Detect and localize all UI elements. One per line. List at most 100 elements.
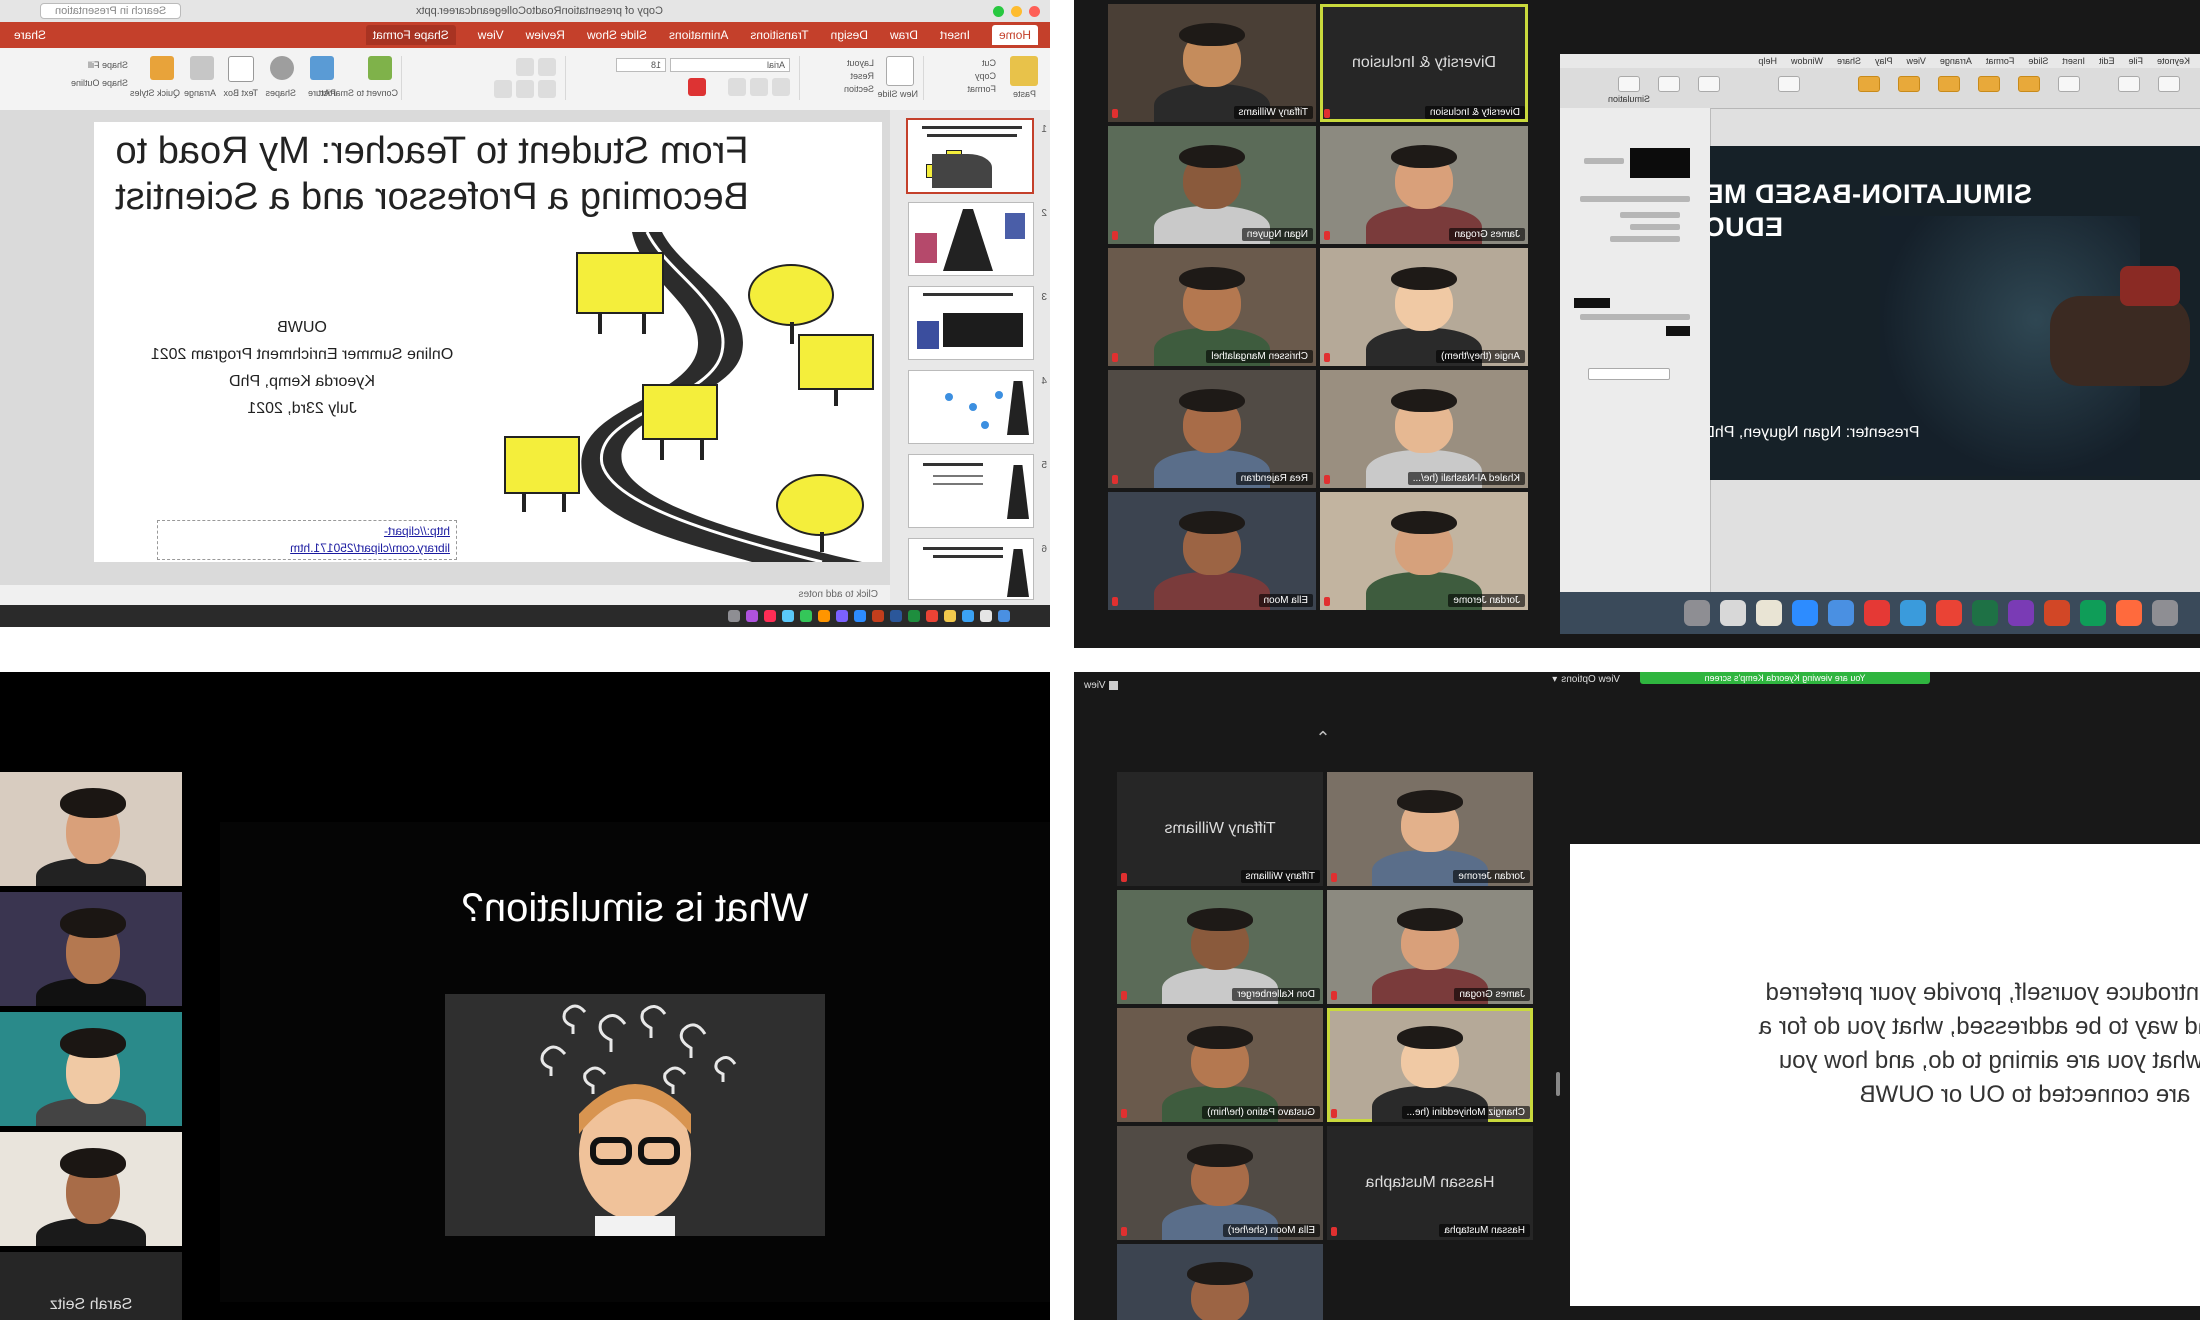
slide-title[interactable]: From Student to Teacher: My Road to Beco… <box>112 128 752 220</box>
zoom-icon[interactable] <box>854 610 866 622</box>
participant-tile[interactable]: Jordan Jerome <box>1320 492 1528 610</box>
participant-tile[interactable]: Tiffany Williams Tiffany Williams <box>1117 772 1323 886</box>
tab-review[interactable]: Review <box>526 28 565 42</box>
picture-icon[interactable] <box>310 56 334 80</box>
slide-thumbnail[interactable] <box>908 202 1034 276</box>
align-left-icon[interactable] <box>538 80 556 98</box>
excel-icon[interactable] <box>1972 600 1998 626</box>
slide-thumbnail[interactable] <box>908 370 1034 444</box>
keynote-icon[interactable] <box>1828 600 1854 626</box>
arrange-icon[interactable] <box>190 56 214 80</box>
chevron-up-icon[interactable]: ⌃ <box>1313 728 1333 748</box>
menu-item[interactable]: Window <box>1791 56 1823 66</box>
shared-slide[interactable]: Please introduce yourself, provide your … <box>1570 844 2200 1306</box>
keynote-slide[interactable]: SIMULATION-BASED MEDICAL EDUCATION Prese… <box>1710 146 2200 480</box>
copy-label[interactable]: Copy <box>975 71 996 81</box>
slide-thumbnail-pane[interactable]: 1 2 3 4 5 6 <box>889 110 1050 605</box>
menu-item[interactable]: File <box>2128 56 2143 66</box>
app-icon[interactable] <box>2152 600 2178 626</box>
tab-home[interactable]: Home <box>991 25 1038 45</box>
participant-tile[interactable]: Gustavo Patino (he/him) <box>1117 1008 1323 1122</box>
app-icon[interactable] <box>1756 600 1782 626</box>
menu-item[interactable]: Format <box>1986 56 2015 66</box>
tab-slide-show[interactable]: Slide Show <box>587 28 647 42</box>
view-icon[interactable] <box>2158 76 2180 92</box>
menu-item[interactable]: Share <box>1837 56 1861 66</box>
underline-icon[interactable] <box>728 78 746 96</box>
menu-item[interactable]: Slide <box>2028 56 2048 66</box>
participant-tile[interactable]: Ella Moon <box>1108 492 1316 610</box>
tab-insert[interactable]: Insert <box>940 28 970 42</box>
color-swatch[interactable] <box>1574 298 1610 308</box>
participant-tile[interactable]: Tiffany Williams <box>1108 4 1316 122</box>
cut-label[interactable]: Cut <box>982 58 996 68</box>
participant-tile[interactable]: Diversity & Inclusion Diversity & Inclusi… <box>1320 4 1528 122</box>
shared-slide[interactable]: What is simulation? <box>220 822 1050 1302</box>
tab-shape-format[interactable]: Shape Format <box>365 25 456 45</box>
app-icon[interactable] <box>836 610 848 622</box>
maximize-icon[interactable] <box>993 5 1004 17</box>
menu-item[interactable]: Arrange <box>1940 56 1972 66</box>
view-menu[interactable]: View <box>1084 678 1119 692</box>
slide-1[interactable]: From Student to Teacher: My Road to Beco… <box>94 122 882 562</box>
text-icon[interactable] <box>1938 76 1960 92</box>
chrome-icon[interactable] <box>1936 600 1962 626</box>
participant-tile[interactable] <box>0 1132 182 1246</box>
tab-view[interactable]: View <box>478 28 504 42</box>
align-center-icon[interactable] <box>516 80 534 98</box>
participant-tile[interactable]: Angie (they/them) <box>1320 248 1528 366</box>
word-icon[interactable] <box>890 610 902 622</box>
window-controls[interactable] <box>993 5 1040 17</box>
participant-tile[interactable]: James Grogan <box>1320 126 1528 244</box>
bold-icon[interactable] <box>772 78 790 96</box>
numbering-icon[interactable] <box>516 58 534 76</box>
powerpoint-icon[interactable] <box>2044 600 2070 626</box>
share-button[interactable]: Share <box>14 28 46 42</box>
view-label[interactable]: View <box>1084 680 1106 691</box>
collaborate-icon[interactable] <box>1778 76 1800 92</box>
minimize-icon[interactable] <box>1011 5 1022 17</box>
participant-tile[interactable] <box>0 892 182 1006</box>
chrome-icon[interactable] <box>926 610 938 622</box>
color-swatch[interactable] <box>1666 326 1690 336</box>
format-inspector[interactable]: Simulation <box>1560 94 1711 592</box>
trash-icon[interactable] <box>728 610 740 622</box>
notes-pane[interactable]: Click to add notes <box>0 585 890 605</box>
table-icon[interactable] <box>2018 76 2040 92</box>
participant-tile[interactable]: Ella Moon (she/her) <box>1117 1126 1323 1240</box>
text-box-icon[interactable] <box>228 56 254 82</box>
participant-tile[interactable]: Sarah Seitz <box>0 1252 182 1320</box>
section-label[interactable]: Section <box>844 84 874 94</box>
menu-item[interactable]: Help <box>1758 56 1777 66</box>
participant-tile[interactable]: Khaled Al-Nashali (he/... <box>1320 370 1528 488</box>
launchpad-icon[interactable] <box>980 610 992 622</box>
format-icon[interactable] <box>1698 76 1720 92</box>
shape-outline-label[interactable]: Shape Outline <box>71 78 128 88</box>
slide-thumbnail[interactable] <box>908 538 1034 600</box>
participant-tile[interactable]: Rea Rajendran <box>1108 370 1316 488</box>
finder-icon[interactable] <box>998 610 1010 622</box>
icloud-icon[interactable] <box>1900 600 1926 626</box>
tab-animations[interactable]: Animations <box>669 28 728 42</box>
menu-item[interactable]: Play <box>1875 56 1893 66</box>
clipart-link[interactable]: http://clipart- library.com/clipart/2501… <box>157 520 457 560</box>
shape-fill-label[interactable]: Shape Fill <box>88 60 128 70</box>
tab-design[interactable]: Design <box>831 28 868 42</box>
paste-icon[interactable] <box>1010 56 1038 86</box>
view-options-label[interactable]: View Options <box>1561 674 1620 685</box>
slide-thumbnail[interactable] <box>908 454 1034 528</box>
chart-icon[interactable] <box>1978 76 2000 92</box>
slide-layout-preview[interactable] <box>1630 148 1690 178</box>
slide-thumbnail[interactable] <box>906 118 1034 194</box>
menu-item[interactable]: View <box>1907 56 1926 66</box>
tab-transitions[interactable]: Transitions <box>750 28 808 42</box>
participant-tile[interactable]: Fariba Gummeria <box>1117 1244 1323 1320</box>
bullets-icon[interactable] <box>538 58 556 76</box>
app-icon[interactable] <box>746 610 758 622</box>
participant-tile[interactable]: Ngan Nguyen <box>1108 126 1316 244</box>
app-icon[interactable] <box>2080 600 2106 626</box>
slide-thumbnail[interactable] <box>908 286 1034 360</box>
participant-tile[interactable] <box>0 1012 182 1126</box>
powerpoint-icon[interactable] <box>872 610 884 622</box>
app-icon[interactable] <box>2116 600 2142 626</box>
